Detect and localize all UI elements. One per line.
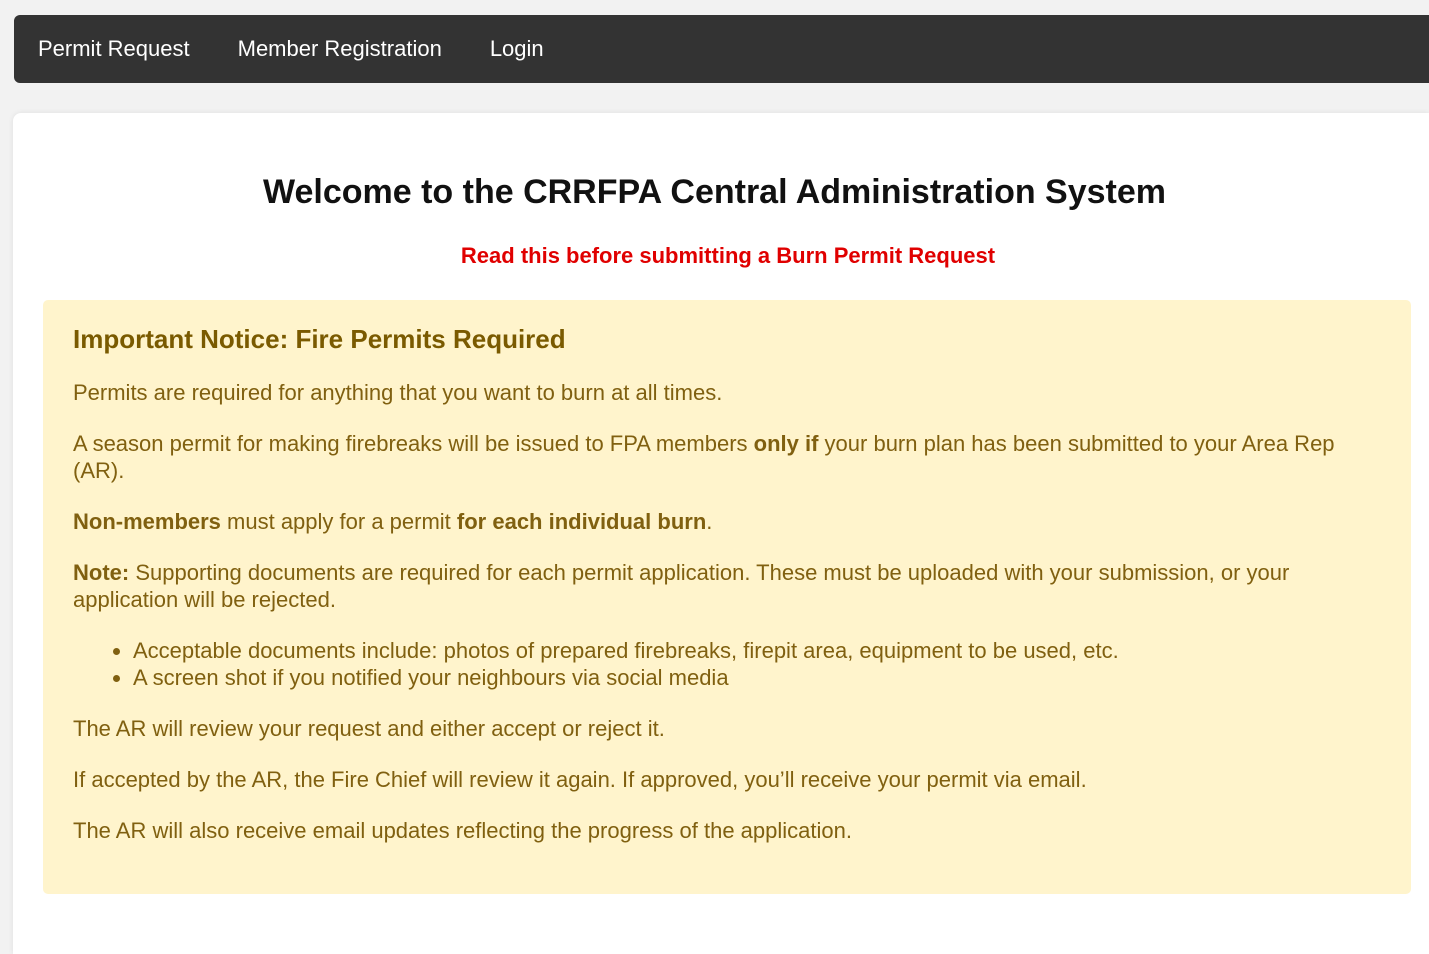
non-members-emphasis: Non-members bbox=[73, 509, 221, 534]
notice-paragraph-season-permit: A season permit for making firebreaks wi… bbox=[73, 430, 1381, 484]
notice-heading: Important Notice: Fire Permits Required bbox=[73, 324, 566, 354]
read-before-submitting-link[interactable]: Read this before submitting a Burn Permi… bbox=[0, 242, 1429, 270]
top-navbar: Permit Request Member Registration Login bbox=[14, 15, 1429, 83]
each-burn-emphasis: for each individual burn bbox=[456, 509, 707, 534]
notice-paragraph-email-updates: The AR will also receive email updates r… bbox=[73, 818, 852, 843]
notice-paragraph-permits-required: Permits are required for anything that y… bbox=[73, 380, 723, 405]
notice-paragraph-non-members: Non-members must apply for a permit for … bbox=[73, 508, 1381, 535]
season-permit-text: A season permit for making firebreaks wi… bbox=[73, 431, 754, 456]
non-members-period: . bbox=[706, 509, 713, 534]
page-title: Welcome to the CRRFPA Central Administra… bbox=[262, 173, 1167, 211]
only-if-emphasis: only if bbox=[753, 431, 819, 456]
notice-paragraph-note: Note: Supporting documents are required … bbox=[73, 559, 1381, 613]
non-members-text: must apply for a permit bbox=[220, 509, 457, 534]
nav-permit-request[interactable]: Permit Request bbox=[38, 36, 190, 62]
notice-paragraph-ar-review: The AR will review your request and eith… bbox=[73, 716, 665, 741]
notice-paragraph-fire-chief: If accepted by the AR, the Fire Chief wi… bbox=[73, 767, 1087, 792]
note-label: Note: bbox=[73, 560, 130, 585]
list-item: A screen shot if you notified your neigh… bbox=[133, 664, 1381, 691]
acceptable-documents-list: Acceptable documents include: photos of … bbox=[73, 637, 1381, 691]
list-item: Acceptable documents include: photos of … bbox=[133, 637, 1381, 664]
nav-member-registration[interactable]: Member Registration bbox=[238, 36, 442, 62]
note-text: Supporting documents are required for ea… bbox=[73, 560, 1290, 612]
nav-login[interactable]: Login bbox=[490, 36, 544, 62]
important-notice-box: Important Notice: Fire Permits Required … bbox=[43, 300, 1411, 894]
